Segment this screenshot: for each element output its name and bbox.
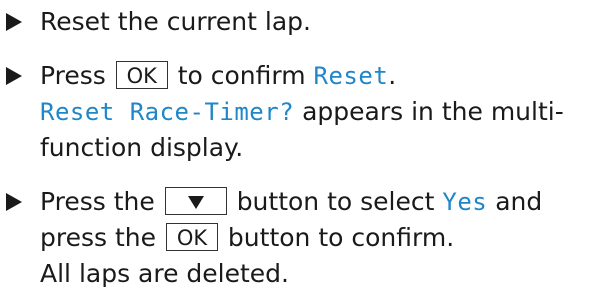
step-3-result-text: All laps are deleted.	[40, 259, 289, 288]
step-3-line-1: Press the button to select Yes and	[40, 184, 542, 220]
ok-key-label: OK	[165, 223, 218, 251]
step-1-label: Reset the current lap.	[40, 7, 311, 36]
down-arrow-icon	[187, 195, 204, 209]
step-3-mid-text: button to select	[236, 187, 435, 216]
step-2-result-text-2: function display.	[40, 133, 244, 162]
display-text-reset: Reset	[313, 62, 389, 90]
step-3-line-2-end: button to confirm.	[227, 223, 455, 252]
step-2-line-3: function display.	[40, 130, 243, 166]
step-3-end-text: and	[495, 187, 543, 216]
step-3-line-2: press the OK button to confirm.	[40, 220, 454, 256]
step-3-line-2-pre: press the	[40, 223, 157, 252]
step-2-pre-text: Press	[40, 61, 106, 90]
display-text-yes: Yes	[442, 188, 488, 216]
bullet-arrow-icon	[6, 193, 22, 211]
step-1-text: Reset the current lap.	[40, 4, 311, 40]
step-3-pre-text: Press the	[40, 187, 155, 216]
bullet-arrow-icon	[6, 67, 22, 85]
down-arrow-key	[164, 187, 227, 215]
step-2-line-1: Press OK to confirm Reset.	[40, 58, 396, 94]
display-text-reset-race-timer: Reset Race-Timer?	[40, 98, 295, 126]
step-2-end-text: .	[388, 61, 397, 90]
step-2-mid-text: to confirm	[177, 61, 306, 90]
step-2-result-text-1: appears in the multi-	[302, 97, 564, 126]
step-3-line-3: All laps are deleted.	[40, 256, 289, 292]
ok-key-label: OK	[115, 61, 168, 89]
step-2-line-2: Reset Race-Timer? appears in the multi-	[40, 94, 564, 130]
bullet-arrow-icon	[6, 13, 22, 31]
